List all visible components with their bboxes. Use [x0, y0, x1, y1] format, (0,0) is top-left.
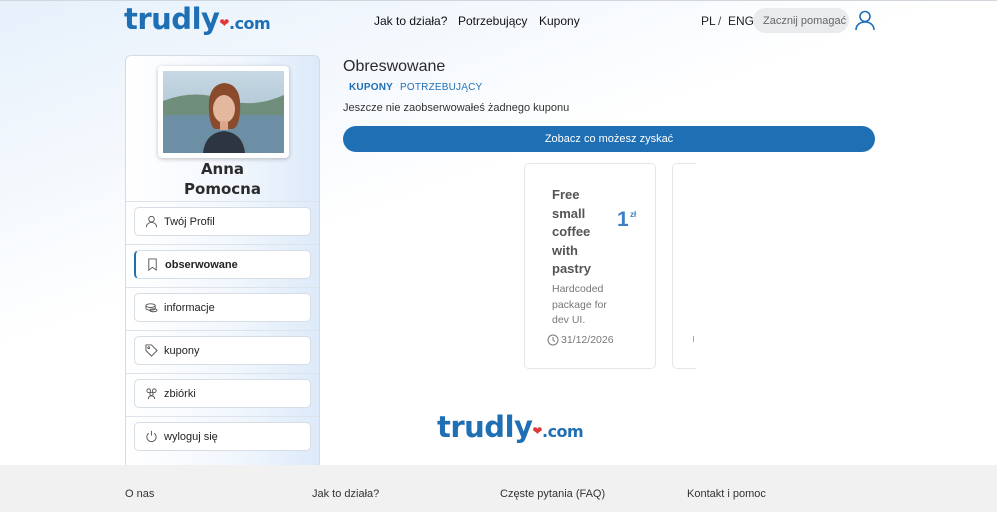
heart-icon: ❤ [219, 16, 229, 30]
menu-watched[interactable]: obserwowane [134, 250, 311, 279]
menu-label: informacje [164, 301, 215, 314]
clock-icon [547, 334, 559, 346]
bookmark-icon [148, 258, 157, 271]
first-name: Anna [200, 160, 245, 178]
menu-label: obserwowane [165, 258, 238, 271]
coupon-expiry: 31/12/2026 [547, 334, 614, 346]
lang-separator: / [718, 14, 722, 28]
menu-label: kupony [164, 344, 200, 357]
coupon-title: Free small coffee with pastry [552, 187, 592, 276]
menu-label: wyloguj się [164, 430, 218, 443]
user-icon [145, 215, 158, 228]
menu-row: zbiórki [126, 373, 319, 416]
menu-profile[interactable]: Twój Profil [134, 207, 311, 236]
profile-photo [163, 71, 284, 153]
logo-text: trudly [437, 410, 533, 444]
heart-icon: ❤ [532, 424, 542, 438]
footer: O nas Jak to działa? Częste pytania (FAQ… [0, 465, 997, 512]
menu-row: wyloguj się [126, 416, 319, 459]
coupon-price: 1 [617, 208, 629, 231]
footer-how-it-works[interactable]: Jak to działa? [312, 488, 379, 500]
profile-sidebar: Anna Pomocna Twój Profil obserwowane inf… [125, 55, 320, 466]
footer-faq[interactable]: Częste pytania (FAQ) [500, 488, 605, 500]
lang-pl[interactable]: PL [701, 14, 716, 28]
nav-in-need[interactable]: Potrzebujący [458, 14, 527, 28]
coupon-currency: zł [630, 210, 637, 219]
tag-icon [145, 344, 158, 357]
tab-in-need[interactable]: POTRZEBUJĄCY [400, 82, 482, 93]
search-input[interactable] [753, 8, 849, 33]
coupon-card-partial[interactable] [672, 163, 696, 369]
menu-row: Twój Profil [126, 201, 319, 244]
logo-text: trudly [124, 2, 220, 36]
coins-icon [145, 303, 158, 313]
menu-fundraisers[interactable]: zbiórki [134, 379, 311, 408]
footer-logo[interactable]: trudly❤.com [437, 410, 584, 444]
header: trudly❤.com Jak to działa? Potrzebujący … [0, 0, 997, 42]
menu-row: obserwowane [126, 244, 319, 287]
menu-row: kupony [126, 330, 319, 373]
menu-label: zbiórki [164, 387, 196, 400]
menu-coupons[interactable]: kupony [134, 336, 311, 365]
logo-suffix: .com [228, 14, 271, 33]
avatar [158, 66, 289, 158]
see-benefits-button[interactable]: Zobacz co możesz zyskać [343, 126, 875, 152]
footer-contact[interactable]: Kontakt i pomoc [687, 488, 766, 500]
menu-label: Twój Profil [164, 215, 215, 228]
coupon-card[interactable]: Free small coffee with pastry 1 zł Hardc… [524, 163, 656, 369]
page-title: Obreswowane [343, 58, 446, 75]
tab-coupons[interactable]: KUPONY [349, 82, 393, 93]
lang-eng[interactable]: ENG [728, 14, 754, 28]
user-icon[interactable] [854, 9, 876, 31]
coupon-description: Hardcoded package for dev UI. [552, 283, 607, 326]
nav-how-it-works[interactable]: Jak to działa? [374, 14, 447, 28]
last-name: Pomocna [184, 180, 261, 198]
card-edge [693, 336, 696, 342]
logo[interactable]: trudly❤.com [124, 2, 271, 36]
menu-row: informacje [126, 287, 319, 330]
menu-logout[interactable]: wyloguj się [134, 422, 311, 451]
menu-info[interactable]: informacje [134, 293, 311, 322]
power-icon [146, 430, 157, 442]
people-icon [146, 388, 157, 400]
coupon-date: 31/12/2026 [561, 334, 614, 346]
nav-coupons[interactable]: Kupony [539, 14, 580, 28]
logo-suffix: .com [541, 422, 584, 441]
footer-about[interactable]: O nas [125, 488, 154, 500]
empty-message: Jeszcze nie zaobserwowałeś żadnego kupon… [343, 102, 570, 114]
